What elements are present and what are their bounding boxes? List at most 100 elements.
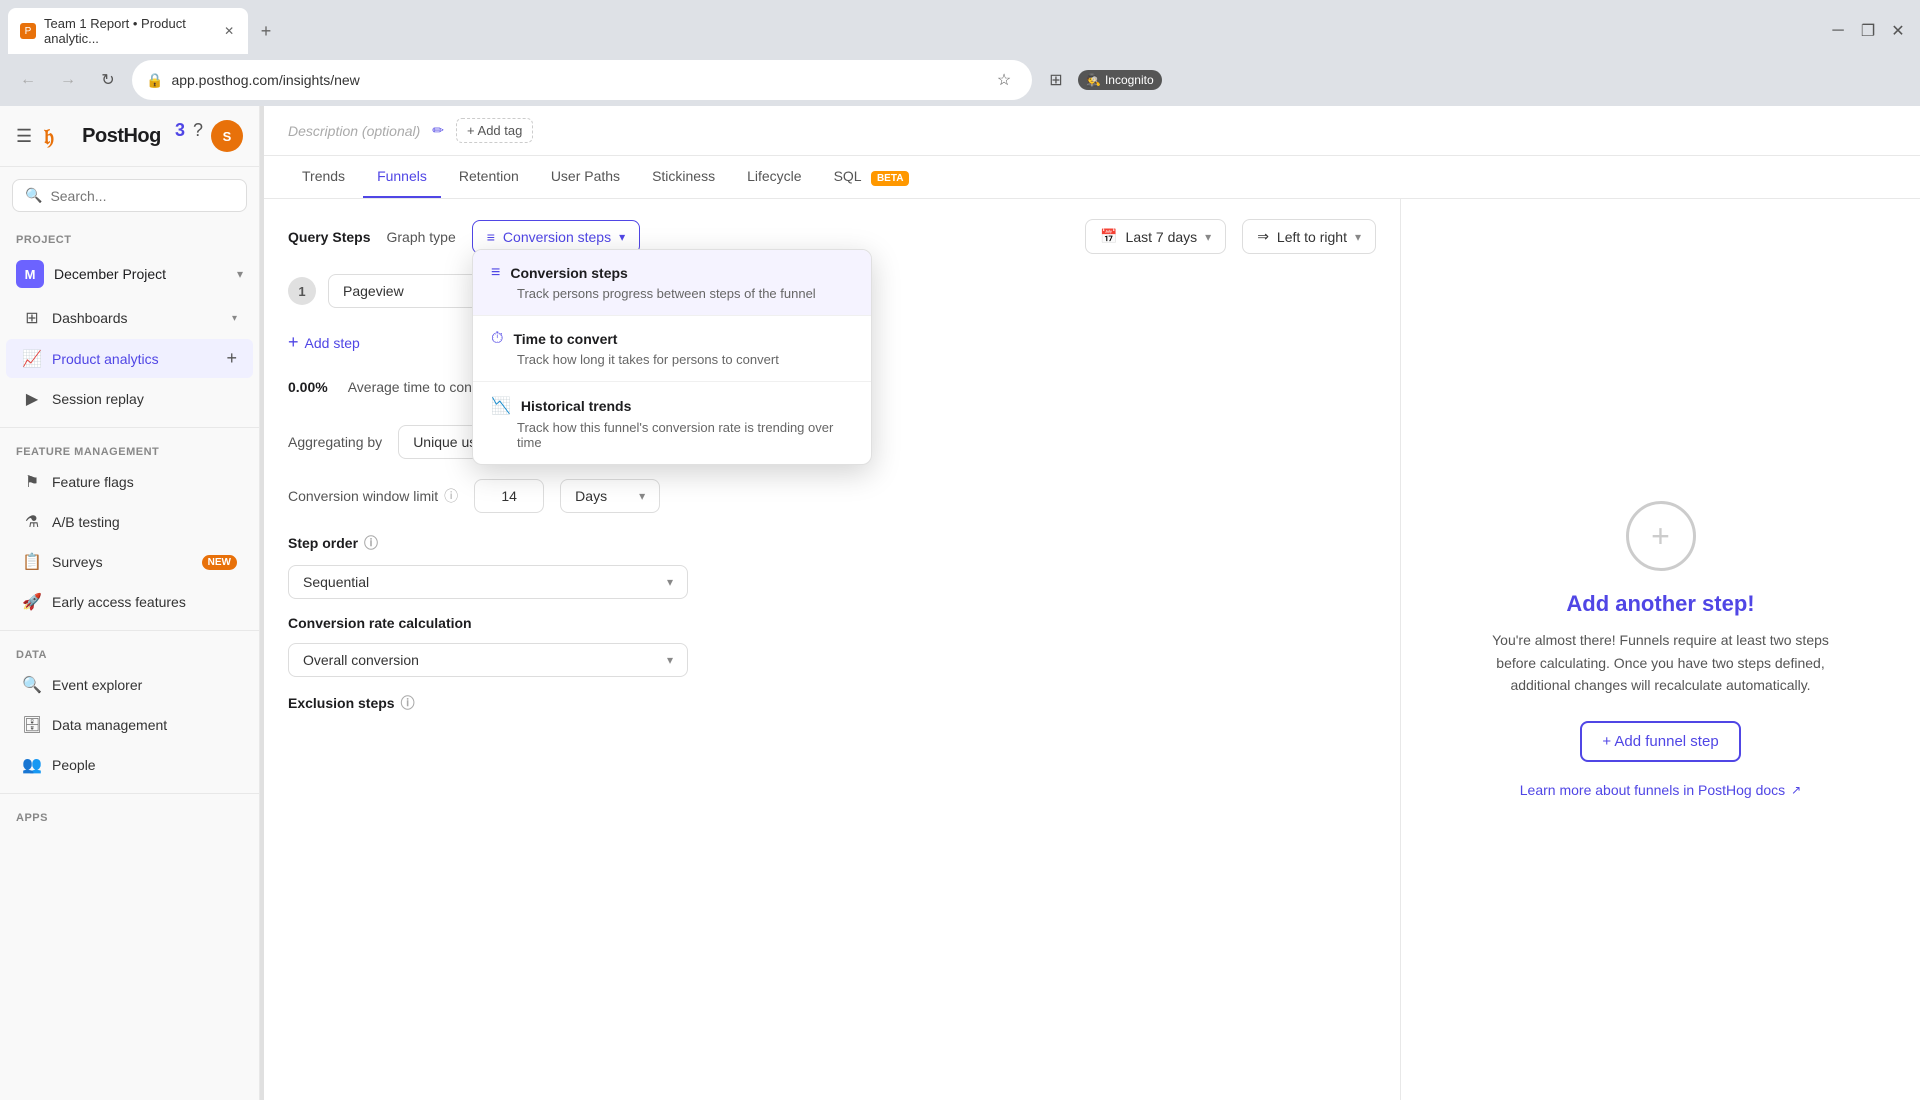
description-field[interactable]: Description (optional)	[288, 123, 420, 139]
app-container: ☰ 𝔥 PostHog 3 ? S 🔍 PROJECT M December P…	[0, 106, 1920, 1100]
tab-retention[interactable]: Retention	[445, 156, 533, 198]
close-tab-button[interactable]: ✕	[222, 23, 236, 39]
sidebar-item-ab-testing[interactable]: ⚗ A/B testing	[6, 503, 253, 541]
overall-conversion-select[interactable]: Overall conversion ▾	[288, 643, 688, 677]
tab-trends[interactable]: Trends	[288, 156, 359, 198]
sidebar-item-label: Early access features	[52, 594, 237, 610]
edit-icon[interactable]: ✏	[432, 122, 444, 139]
graph-type-label: Graph type	[386, 229, 455, 245]
dropdown-item-historical-trends[interactable]: 📉 Historical trends Track how this funne…	[473, 382, 871, 464]
sidebar-item-label: Data management	[52, 717, 237, 733]
dropdown-item-desc: Track persons progress between steps of …	[491, 286, 853, 301]
new-tab-button[interactable]: +	[252, 17, 280, 45]
date-range-chevron-icon: ▾	[1205, 230, 1211, 244]
active-tab[interactable]: P Team 1 Report • Product analytic... ✕	[8, 8, 248, 54]
date-range-label: Last 7 days	[1126, 229, 1198, 245]
calendar-icon: 📅	[1100, 228, 1117, 245]
maximize-button[interactable]: ❐	[1854, 17, 1882, 45]
tab-user-paths[interactable]: User Paths	[537, 156, 634, 198]
refresh-nav-button[interactable]: ↻	[92, 64, 124, 96]
tab-stickiness[interactable]: Stickiness	[638, 156, 729, 198]
exclusion-steps-label: Exclusion steps	[288, 695, 395, 711]
posthog-logo: 𝔥 PostHog	[42, 120, 161, 152]
tab-funnels[interactable]: Funnels	[363, 156, 441, 198]
add-tag-button[interactable]: + Add tag	[456, 118, 533, 143]
sidebar-item-feature-flags[interactable]: ⚑ Feature flags	[6, 463, 253, 501]
logo-text: PostHog	[82, 125, 161, 148]
dropdown-item-desc: Track how this funnel's conversion rate …	[491, 420, 853, 450]
sequential-select[interactable]: Sequential ▾	[288, 565, 688, 599]
sidebar-item-data-management[interactable]: 🗄 Data management	[6, 706, 253, 744]
forward-button[interactable]: →	[52, 64, 84, 96]
sidebar-item-label: Dashboards	[52, 310, 222, 326]
overall-conversion-label: Overall conversion	[303, 652, 419, 668]
add-funnel-step-button[interactable]: + Add funnel step	[1580, 721, 1740, 762]
sidebar-item-label: Feature flags	[52, 474, 237, 490]
posthog-logo-icon: 𝔥	[42, 120, 74, 152]
product-analytics-plus-icon[interactable]: +	[226, 348, 237, 369]
sidebar-divider-3	[0, 793, 259, 794]
conversion-window-label: Conversion window limit ⓘ	[288, 486, 458, 506]
bookmark-icon[interactable]: ☆	[990, 66, 1018, 94]
add-step-plus-icon: +	[288, 332, 299, 353]
sidebar-item-event-explorer[interactable]: 🔍 Event explorer	[6, 666, 253, 704]
qs-circle-sidebar[interactable]: 3	[175, 120, 185, 152]
sidebar-item-session-replay[interactable]: ▶ Session replay	[6, 380, 253, 418]
days-chevron-icon: ▾	[639, 489, 645, 503]
minimize-button[interactable]: ─	[1824, 17, 1852, 45]
user-avatar[interactable]: S	[211, 120, 243, 152]
date-range-button[interactable]: 📅 Last 7 days ▾	[1085, 219, 1226, 254]
exclusion-steps-section: Exclusion steps ⓘ	[288, 693, 1376, 713]
overall-conversion-chevron-icon: ▾	[667, 653, 673, 667]
dropdown-item-conversion-steps[interactable]: ≡ Conversion steps Track persons progres…	[473, 250, 871, 316]
sequential-chevron-icon: ▾	[667, 575, 673, 589]
add-step-label: Add step	[305, 335, 360, 351]
extensions-button[interactable]: ⊞	[1040, 64, 1072, 96]
feature-flags-icon: ⚑	[22, 472, 42, 492]
dropdown-item-desc: Track how long it takes for persons to c…	[491, 352, 853, 367]
dropdown-item-time-to-convert[interactable]: ⏱ Time to convert Track how long it take…	[473, 316, 871, 382]
back-button[interactable]: ←	[12, 64, 44, 96]
learn-more-label: Learn more about funnels in PostHog docs	[1520, 782, 1785, 798]
session-replay-icon: ▶	[22, 389, 42, 409]
learn-more-link[interactable]: Learn more about funnels in PostHog docs…	[1520, 782, 1801, 798]
conversion-window-row: Conversion window limit ⓘ Days ▾	[288, 479, 1376, 513]
sidebar-item-dashboards[interactable]: ⊞ Dashboards ▾	[6, 299, 253, 337]
apps-section-label: APPS	[0, 802, 259, 828]
step-number-1: 1	[288, 277, 316, 305]
aggregating-label: Aggregating by	[288, 434, 382, 450]
insight-tabs: Trends Funnels Retention User Paths Stic…	[264, 156, 1920, 199]
lock-icon: 🔒	[146, 72, 163, 89]
sidebar-item-early-access[interactable]: 🚀 Early access features	[6, 583, 253, 621]
tab-sql[interactable]: SQL BETA	[820, 156, 924, 198]
tab-lifecycle[interactable]: Lifecycle	[733, 156, 815, 198]
sidebar-item-product-analytics[interactable]: 📈 Product analytics +	[6, 339, 253, 378]
help-sidebar-button[interactable]: ?	[193, 120, 203, 152]
dropdown-item-title: Conversion steps	[510, 265, 627, 281]
right-panel: + Add another step! You're almost there!…	[1400, 199, 1920, 1100]
main-body: Query Steps Graph type ≡ Conversion step…	[264, 199, 1920, 1100]
exclusion-steps-info-icon[interactable]: ⓘ	[401, 693, 415, 713]
conversion-window-input[interactable]	[474, 479, 544, 513]
step-order-info-icon[interactable]: ⓘ	[364, 533, 378, 553]
direction-button[interactable]: ⇒ Left to right ▾	[1242, 219, 1376, 254]
sidebar-project[interactable]: M December Project ▾	[0, 250, 259, 298]
sidebar-item-surveys[interactable]: 📋 Surveys NEW	[6, 543, 253, 581]
sidebar-item-label: Session replay	[52, 391, 237, 407]
address-url: app.posthog.com/insights/new	[171, 72, 982, 88]
conversion-steps-icon: ≡	[487, 229, 495, 245]
search-input[interactable]	[50, 188, 234, 204]
dashboards-chevron-icon: ▾	[232, 313, 237, 324]
sidebar-item-people[interactable]: 👥 People	[6, 746, 253, 784]
conversion-window-info-icon[interactable]: ⓘ	[444, 486, 458, 506]
query-steps-label: Query Steps	[288, 229, 370, 245]
conversion-steps-chevron-icon: ▾	[619, 230, 625, 244]
product-analytics-icon: 📈	[22, 349, 42, 369]
days-select[interactable]: Days ▾	[560, 479, 660, 513]
right-panel-title: Add another step!	[1566, 591, 1754, 617]
new-badge: NEW	[202, 555, 237, 570]
hamburger-menu[interactable]: ☰	[16, 126, 32, 147]
address-field[interactable]: 🔒 app.posthog.com/insights/new ☆	[132, 60, 1032, 100]
tab-bar: P Team 1 Report • Product analytic... ✕ …	[0, 0, 1920, 54]
close-window-button[interactable]: ✕	[1884, 17, 1912, 45]
